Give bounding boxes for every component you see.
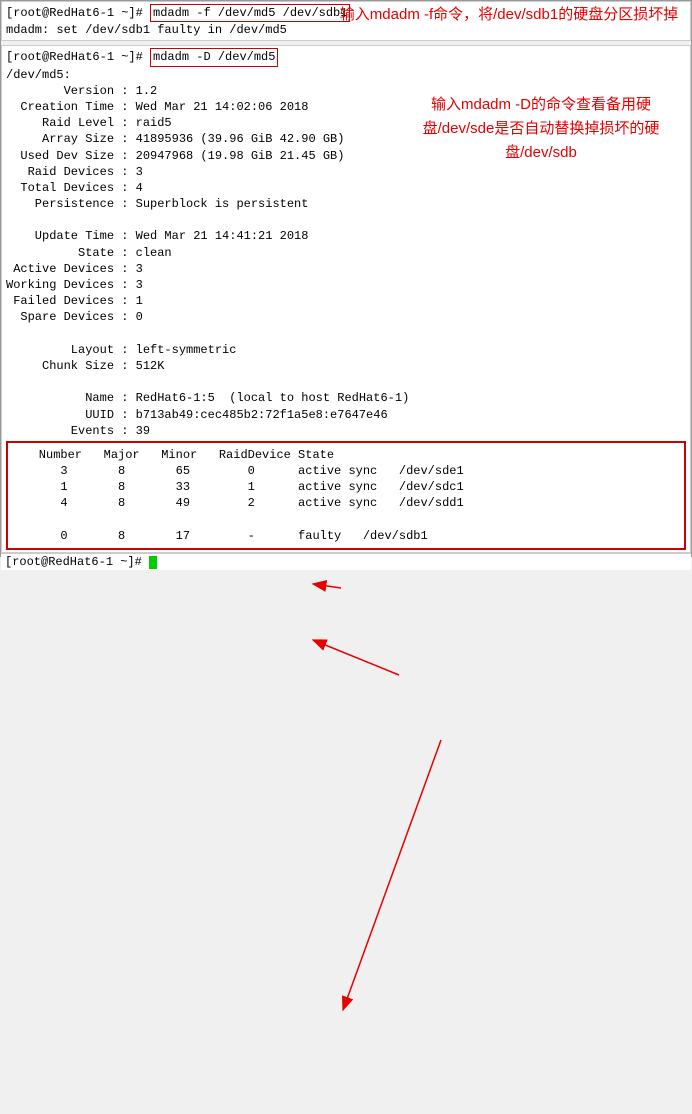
annotation-2: 输入mdadm -D的命令查看备用硬盘/dev/sde是否自动替换掉损坏的硬盘/… [401,93,681,165]
output-line: Persistence : Superblock is persistent [6,196,686,212]
output-line: State : clean [6,245,686,261]
cursor [149,556,157,569]
table-row: 1 8 33 1 active sync /dev/sdc1 [10,479,682,495]
output-line: Name : RedHat6-1:5 (local to host RedHat… [6,390,686,406]
output-line: Raid Devices : 3 [6,164,686,180]
command-box-1: mdadm -f /dev/md5 /dev/sdb1 [150,4,350,22]
final-prompt-line: [root@RedHat6-1 ~]# [1,553,691,570]
device-table-box: Number Major Minor RaidDevice State 3 8 … [6,441,686,550]
output-line: Layout : left-symmetric [6,342,686,358]
output-line [6,326,686,342]
shell-prompt: [root@RedHat6-1 ~]# [6,6,143,20]
table-row: 0 8 17 - faulty /dev/sdb1 [10,528,682,544]
command-box-2: mdadm -D /dev/md5 [150,48,278,66]
output-line: Events : 39 [6,423,686,439]
output-line: Total Devices : 4 [6,180,686,196]
output-line: Working Devices : 3 [6,277,686,293]
output-line: UUID : b713ab49:cec485b2:72f1a5e8:e7647e… [6,407,686,423]
table-row [10,512,682,528]
output-line: Update Time : Wed Mar 21 14:41:21 2018 [6,228,686,244]
output-line: Spare Devices : 0 [6,309,686,325]
arrow-graphics [1,570,692,1114]
device-line: /dev/md5: [6,67,686,83]
command-text: mdadm -D /dev/md5 [153,50,275,64]
output-line: Failed Devices : 1 [6,293,686,309]
annotation-1: 输入mdadm -f命令，将/dev/sdb1的硬盘分区损坏掉 [339,3,679,27]
table-body: 3 8 65 0 active sync /dev/sde1 1 8 33 1 … [10,463,682,544]
table-row: 4 8 49 2 active sync /dev/sdd1 [10,495,682,511]
shell-prompt: [root@RedHat6-1 ~]# [5,555,142,569]
output-line [6,374,686,390]
table-row: 3 8 65 0 active sync /dev/sde1 [10,463,682,479]
output-line: Chunk Size : 512K [6,358,686,374]
output-line [6,212,686,228]
table-header: Number Major Minor RaidDevice State [10,447,682,463]
shell-prompt: [root@RedHat6-1 ~]# [6,50,143,64]
command-text: mdadm -f /dev/md5 /dev/sdb1 [153,6,347,20]
output-line: Active Devices : 3 [6,261,686,277]
